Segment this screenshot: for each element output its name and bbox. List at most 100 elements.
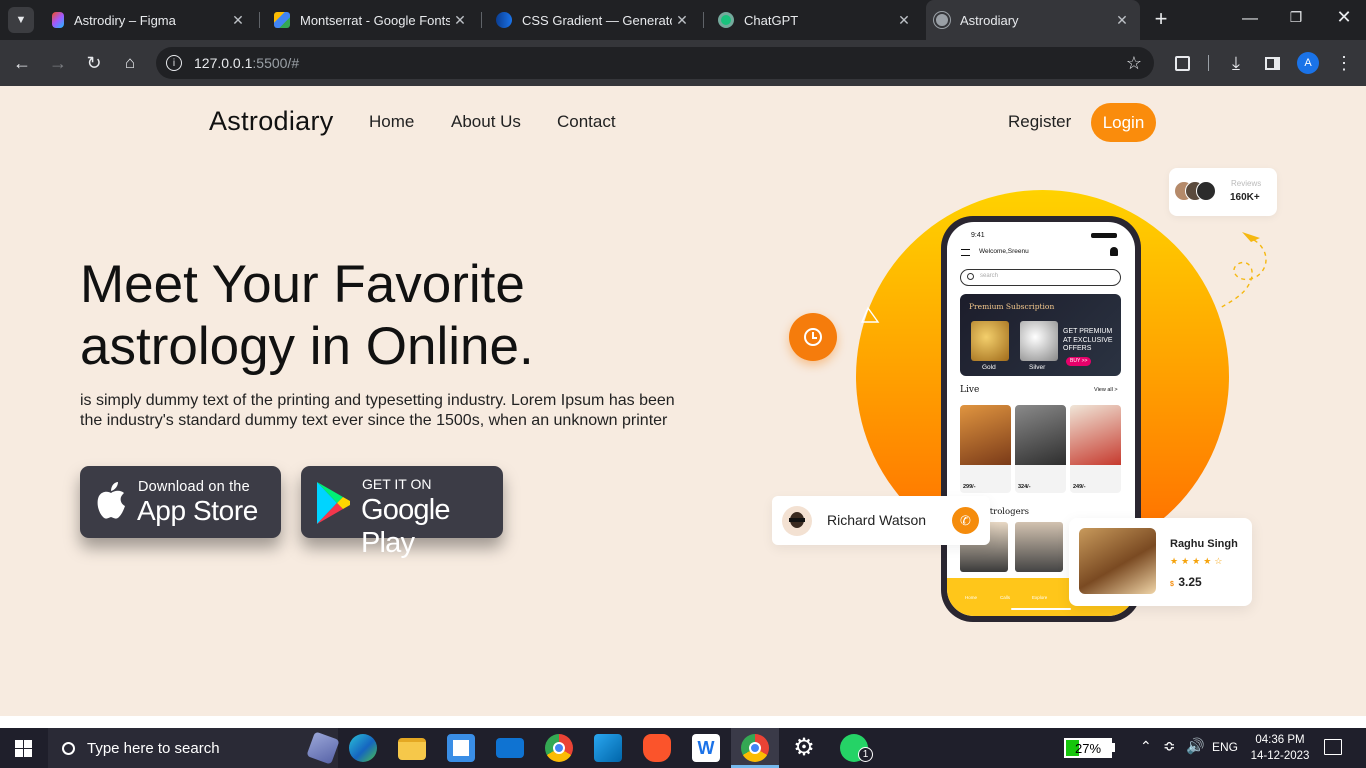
tab-title: ChatGPT	[744, 12, 799, 28]
vscode-icon[interactable]	[594, 734, 622, 762]
forward-button[interactable]: →	[42, 40, 74, 86]
bell-icon[interactable]	[1110, 247, 1118, 256]
chevron-up-icon[interactable]: ⌃	[1140, 738, 1152, 755]
close-icon[interactable]: ✕	[1112, 12, 1132, 29]
headline-line-2: astrology in Online.	[80, 317, 534, 376]
taskbar-search[interactable]: Type here to search	[48, 728, 340, 768]
side-panel-button[interactable]	[1256, 40, 1288, 86]
premium-banner[interactable]: Premium Subscription Gold Silver GET PRE…	[960, 294, 1121, 376]
astrologer-thumb[interactable]	[1015, 522, 1063, 572]
silver-coin-image	[1020, 321, 1058, 361]
close-icon[interactable]: ✕	[894, 12, 914, 29]
store-icon[interactable]	[447, 734, 475, 762]
profile-avatar[interactable]: A	[1297, 52, 1319, 74]
gold-label: Gold	[982, 364, 996, 371]
site-logo[interactable]: Astrodiary	[209, 106, 334, 137]
css-gradient-icon	[496, 12, 512, 28]
edge-icon[interactable]	[349, 734, 377, 762]
arrow-right-icon: →	[49, 52, 67, 73]
battery-percent: 27%	[1075, 741, 1102, 756]
avatar	[782, 506, 812, 536]
phone-nav-explore[interactable]: Explore	[1032, 595, 1047, 600]
tab-search-button[interactable]: ▼	[8, 7, 34, 33]
app-store-big-text: App Store	[137, 495, 258, 526]
buy-button[interactable]: BUY >>	[1066, 357, 1092, 366]
volume-icon[interactable]: 🔊	[1186, 737, 1205, 755]
hamburger-icon[interactable]	[961, 249, 970, 256]
phone-nav-home[interactable]: Home	[965, 595, 977, 600]
register-link[interactable]: Register	[1008, 112, 1071, 132]
nav-contact[interactable]: Contact	[557, 112, 616, 132]
tab-chatgpt[interactable]: ChatGPT ✕	[710, 0, 922, 40]
plus-icon: +	[1154, 6, 1168, 31]
notification-icon[interactable]	[1324, 739, 1342, 755]
clock-badge	[789, 313, 837, 361]
downloads-button[interactable]: ⤓	[1220, 40, 1252, 86]
chatgpt-icon	[718, 12, 734, 28]
close-icon[interactable]: ✕	[672, 12, 692, 29]
mail-icon[interactable]	[496, 738, 524, 758]
tab-astrodiary[interactable]: Astrodiary ✕	[926, 0, 1140, 40]
address-bar[interactable]: i 127.0.0.1:5500/# ☆	[156, 47, 1154, 79]
language-indicator[interactable]: ENG	[1212, 740, 1238, 754]
close-icon: ✕	[1336, 7, 1352, 27]
phone-icon: ✆	[960, 512, 971, 528]
reload-button[interactable]: ↻	[78, 40, 110, 86]
close-icon[interactable]: ✕	[228, 12, 248, 29]
nav-about-us[interactable]: About Us	[451, 112, 521, 132]
arrow-left-icon: ←	[13, 52, 31, 73]
astrologer-price: $ 3.25	[1170, 573, 1202, 591]
tab-title: Astrodiry – Figma	[74, 12, 176, 28]
chevron-down-icon: ▼	[15, 14, 27, 26]
back-button[interactable]: ←	[6, 40, 38, 86]
windows-start-button[interactable]	[15, 740, 32, 757]
minimize-icon: —	[1242, 10, 1258, 27]
close-window-button[interactable]: ✕	[1330, 7, 1358, 31]
new-tab-button[interactable]: +	[1150, 8, 1172, 32]
tab-montserrat[interactable]: Montserrat - Google Fonts ✕	[266, 0, 478, 40]
menu-button[interactable]: ⋮	[1328, 40, 1360, 86]
price-value: 3.25	[1178, 575, 1202, 589]
tab-css-gradient[interactable]: CSS Gradient — Generator, I ✕	[488, 0, 700, 40]
chrome-icon[interactable]	[545, 734, 573, 762]
avatar	[1196, 181, 1216, 201]
file-explorer-icon[interactable]	[398, 738, 426, 760]
live-card[interactable]: 299/-	[960, 405, 1011, 493]
live-card[interactable]: 249/-	[1070, 405, 1121, 493]
silver-label: Silver	[1029, 364, 1046, 371]
restore-button[interactable]: ❐	[1282, 9, 1310, 29]
extensions-button[interactable]	[1166, 40, 1198, 86]
premium-offer-text: GET PREMIUM AT EXCLUSIVE OFFERS	[1063, 328, 1113, 352]
brave-icon[interactable]	[643, 734, 671, 762]
home-button[interactable]: ⌂	[114, 40, 146, 86]
login-button[interactable]: Login	[1091, 103, 1156, 142]
settings-icon[interactable]: ⚙	[790, 734, 818, 762]
wifi-icon[interactable]: ≎	[1163, 737, 1176, 755]
tab-figma[interactable]: Astrodiry – Figma ✕	[44, 0, 256, 40]
phone-search[interactable]: search	[960, 269, 1121, 286]
google-play-button[interactable]: GET IT ON Google Play	[301, 466, 503, 559]
browser-toolbar: ← → ↻ ⌂ i 127.0.0.1:5500/# ☆ ⤓ A ⋮	[0, 40, 1366, 86]
taskbar-search-placeholder: Type here to search	[87, 739, 220, 757]
app-store-button[interactable]: Download on the App Store	[80, 466, 281, 538]
clock[interactable]: 04:36 PM 14-12-2023	[1248, 732, 1312, 764]
search-icon	[967, 273, 974, 280]
windows-taskbar: Type here to search W ⚙ 1 27% ⌃ ≎ 🔊 ENG …	[0, 728, 1366, 768]
close-icon[interactable]: ✕	[450, 12, 470, 29]
hero-description: is simply dummy text of the printing and…	[80, 392, 675, 429]
chrome-active-item[interactable]	[731, 728, 779, 768]
phone-nav-calls[interactable]: Calls	[1000, 595, 1010, 600]
view-all-link[interactable]: View all >	[1094, 387, 1118, 393]
word-app-icon[interactable]: W	[692, 734, 720, 762]
phone-welcome: Welcome,Sreenu	[979, 248, 1029, 255]
live-price: 324/-	[1018, 484, 1031, 490]
live-card[interactable]: 324/-	[1015, 405, 1066, 493]
battery-indicator[interactable]: 27%	[1064, 738, 1112, 758]
minimize-button[interactable]: —	[1236, 10, 1264, 30]
info-icon[interactable]: i	[166, 55, 182, 71]
nav-home[interactable]: Home	[369, 112, 414, 132]
globe-icon	[934, 12, 950, 28]
star-icon[interactable]: ☆	[1126, 53, 1142, 74]
page-bottom-strip	[0, 716, 1366, 728]
call-button[interactable]: ✆	[952, 507, 979, 534]
